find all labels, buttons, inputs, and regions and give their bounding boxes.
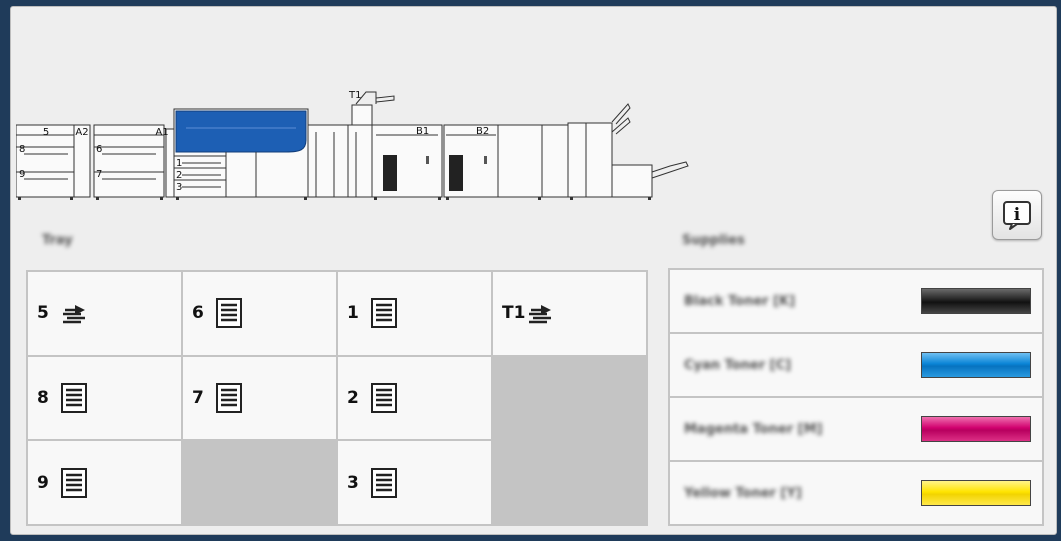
tray-button-3[interactable]: 3: [338, 441, 491, 524]
paper-stack-icon: [61, 467, 87, 498]
supply-item-magenta[interactable]: Magenta Toner [M]: [670, 398, 1042, 460]
machine-label-1: 1: [176, 158, 182, 169]
paper-stack-icon: [371, 298, 397, 329]
empty-tray-slot: [493, 441, 646, 524]
tray-button-2[interactable]: 2: [338, 356, 491, 440]
toner-level-bar-yellow: [921, 480, 1031, 506]
tray-number: 6: [192, 303, 204, 324]
machine-label-7: 7: [96, 169, 102, 180]
supply-label: Cyan Toner [C]: [684, 357, 792, 373]
bypass-tray-icon: [63, 305, 85, 324]
paper-stack-icon: [371, 382, 397, 413]
paper-stack-icon: [61, 382, 87, 413]
toner-level-bar-cyan: [921, 352, 1031, 378]
bypass-tray-icon: [529, 305, 552, 324]
info-icon-glyph: i: [1014, 205, 1021, 225]
supply-item-black[interactable]: Black Toner [K]: [670, 270, 1042, 332]
tray-button-6[interactable]: 6: [183, 272, 336, 355]
supply-label: Black Toner [K]: [684, 293, 796, 309]
machine-label-8: 8: [19, 144, 25, 155]
tray-number: 5: [37, 303, 49, 324]
machine-label-2: 2: [176, 170, 182, 181]
paper-stack-icon: [216, 382, 242, 413]
machine-label-t1: T1: [348, 90, 361, 101]
supplies-section-title: Supplies: [682, 233, 745, 248]
tray-button-5[interactable]: 5: [28, 272, 181, 355]
machine-label-b1: B1: [416, 126, 429, 137]
toner-level-bar-black: [921, 288, 1031, 314]
tray-section-title: Tray: [42, 233, 73, 248]
machine-label-3: 3: [176, 182, 182, 193]
machine-label-6: 6: [96, 144, 102, 155]
machine-label-b2: B2: [476, 126, 489, 137]
tray-number: 7: [192, 387, 204, 408]
tray-button-7[interactable]: 7: [183, 356, 336, 440]
tray-number: 8: [37, 387, 49, 408]
info-icon: i: [1003, 201, 1031, 230]
empty-tray-slot: [493, 356, 646, 440]
empty-tray-slot: [183, 441, 336, 524]
tray-number: 9: [37, 472, 49, 493]
info-button[interactable]: i: [992, 190, 1042, 240]
supplies-list: Black Toner [K] Cyan Toner [C] Magenta T…: [668, 268, 1044, 526]
paper-stack-icon: [216, 298, 242, 329]
tray-number: T1: [502, 303, 526, 324]
tray-button-8[interactable]: 8: [28, 356, 181, 440]
tray-number: 1: [347, 303, 359, 324]
supply-label: Magenta Toner [M]: [684, 421, 823, 437]
tray-number: 3: [347, 472, 359, 493]
supply-item-yellow[interactable]: Yellow Toner [Y]: [670, 462, 1042, 524]
machine-label-a1: A1: [155, 127, 168, 138]
machine-label-9: 9: [19, 169, 25, 180]
machine-label-5: 5: [43, 127, 49, 138]
toner-level-bar-magenta: [921, 416, 1031, 442]
tray-button-1[interactable]: 1: [338, 272, 491, 355]
tray-number: 2: [347, 387, 359, 408]
supply-label: Yellow Toner [Y]: [684, 485, 802, 501]
tray-button-9[interactable]: 9: [28, 441, 181, 524]
tray-button-t1[interactable]: T1: [493, 272, 646, 355]
paper-stack-icon: [371, 467, 397, 498]
printer-configuration-diagram: 5 A2 A1 8 9 6 7 1 2 3 T1 B1 B2: [16, 90, 689, 200]
tray-grid: 5 6 1 T1 8 7 2 9 3: [26, 270, 648, 526]
machine-label-a2: A2: [75, 127, 88, 138]
supply-item-cyan[interactable]: Cyan Toner [C]: [670, 334, 1042, 396]
